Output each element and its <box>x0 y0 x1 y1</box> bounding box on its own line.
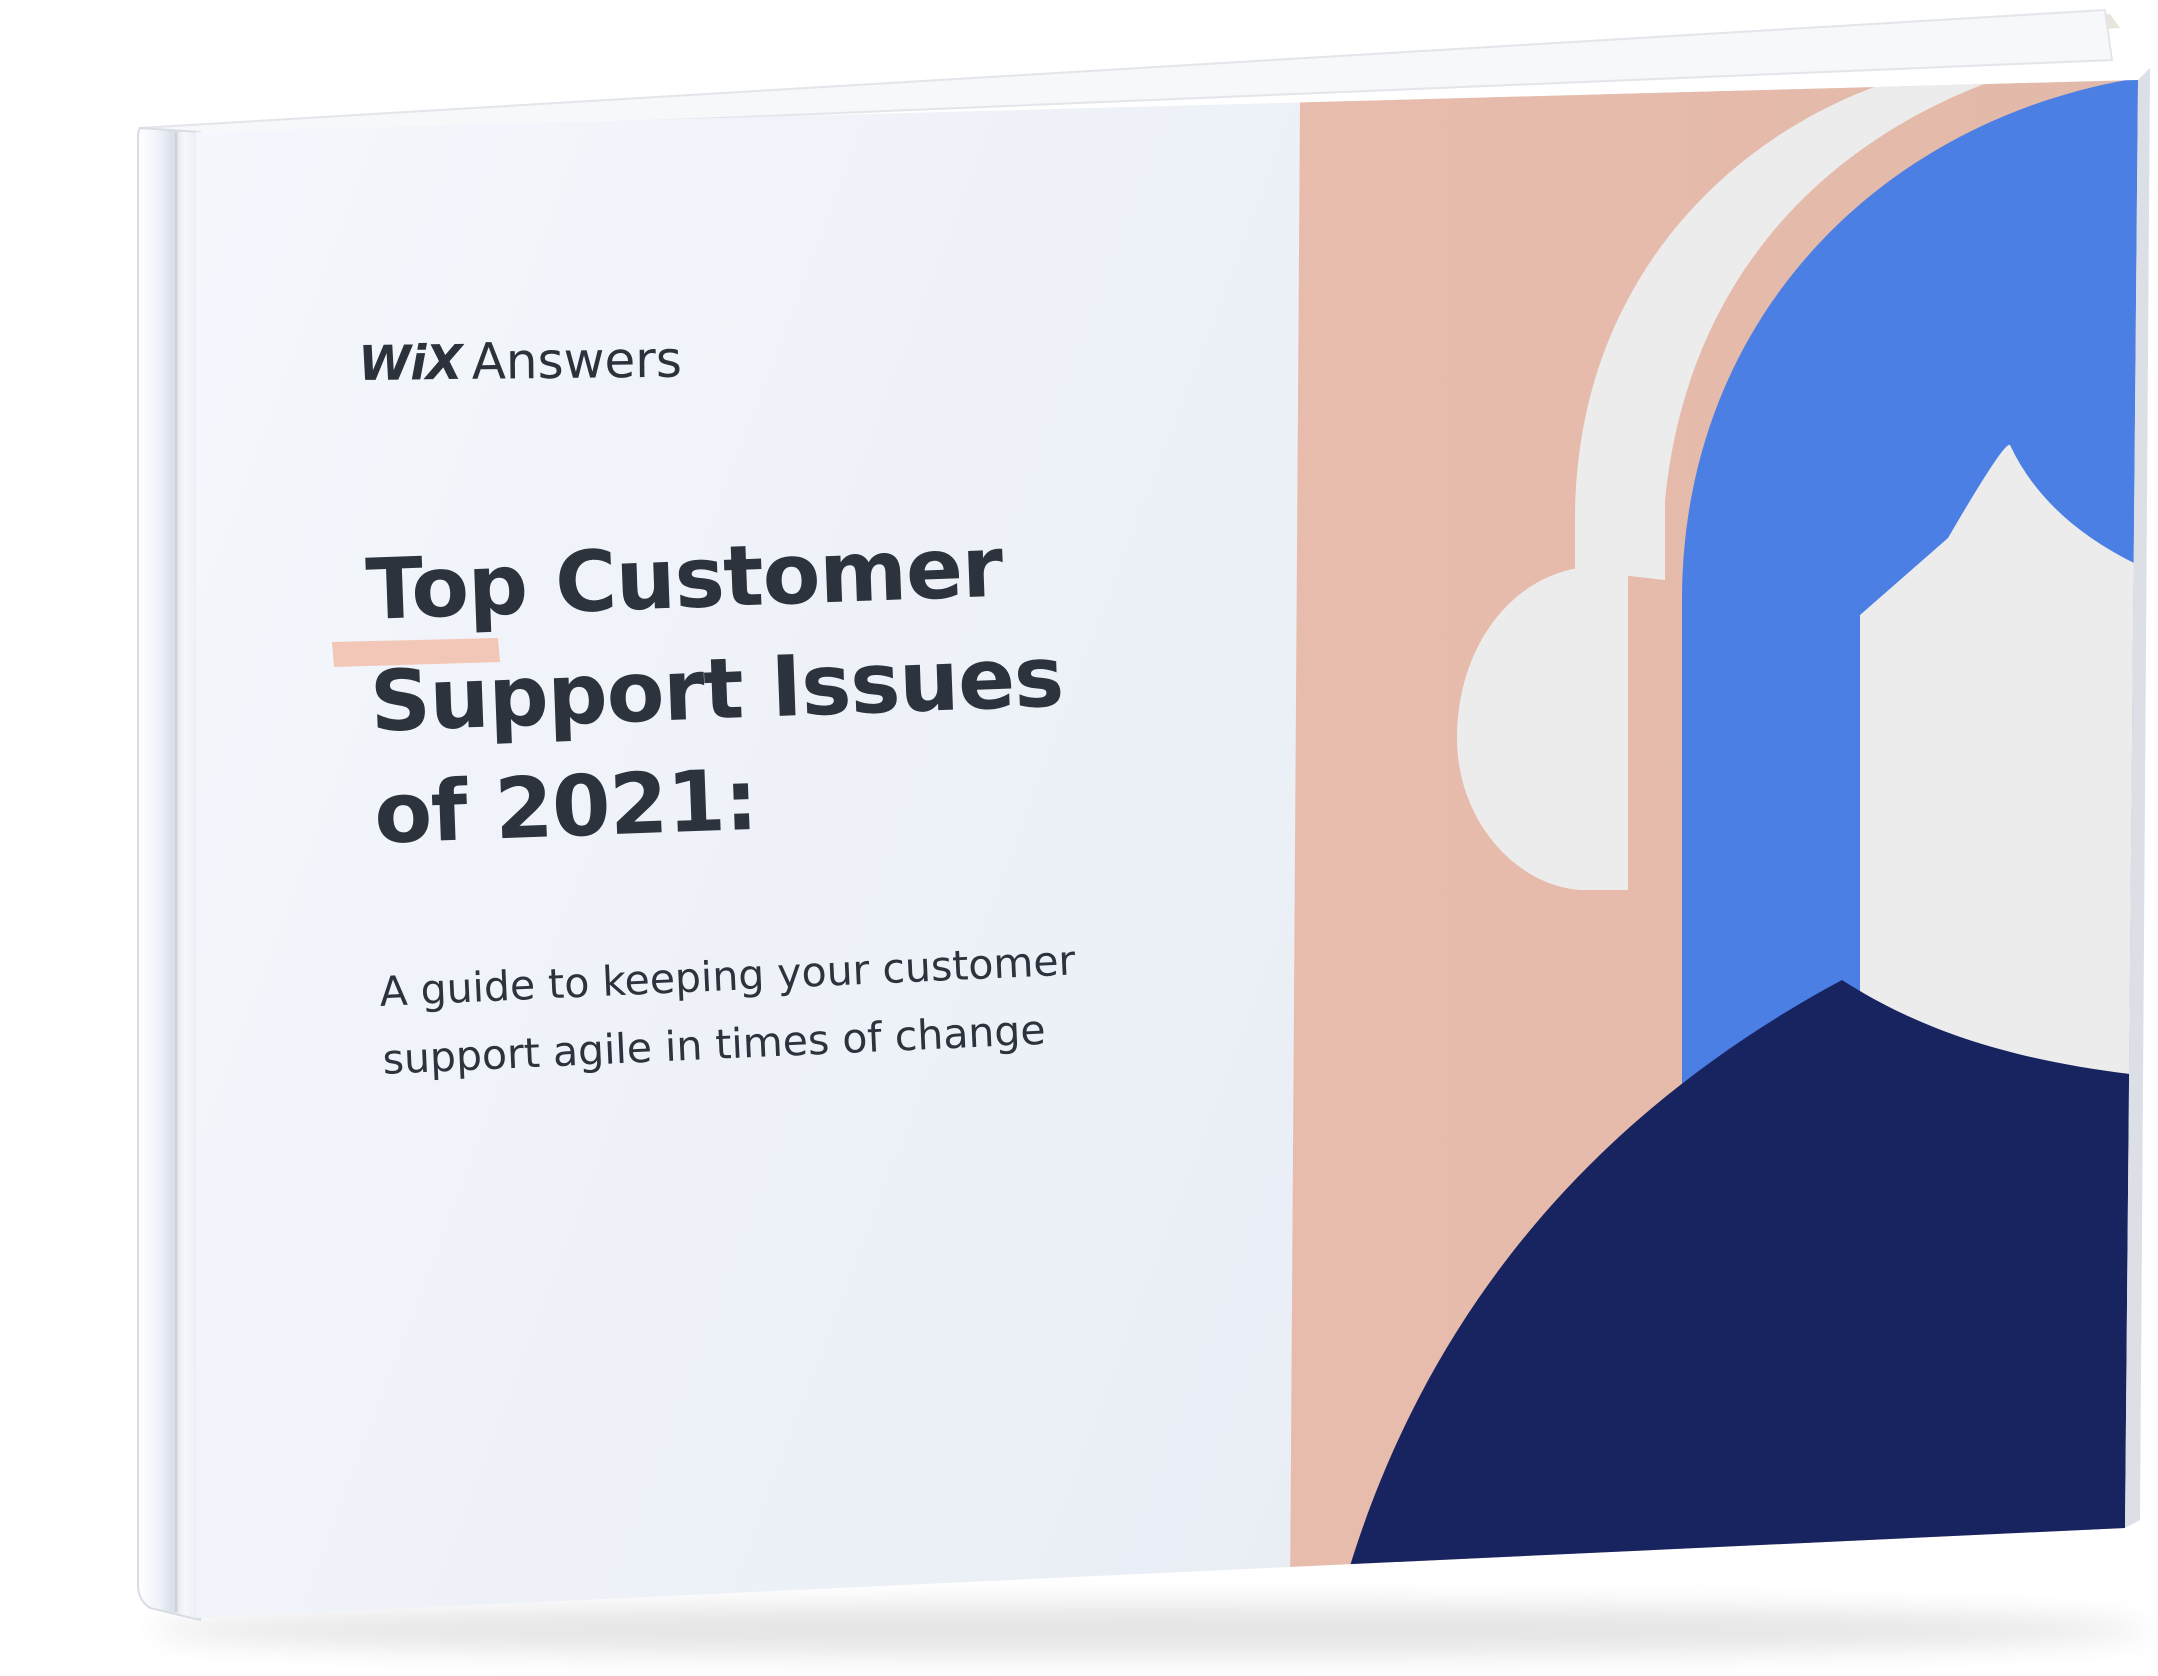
cover-artwork <box>1290 80 2138 1600</box>
book-shadow <box>150 1604 2150 1656</box>
book-illustration <box>137 8 2150 1656</box>
book-mockup: WiX Answers Top Customer Support Issues o… <box>0 0 2158 1676</box>
book-spine <box>137 126 201 1622</box>
title-accent-underline <box>332 638 500 667</box>
